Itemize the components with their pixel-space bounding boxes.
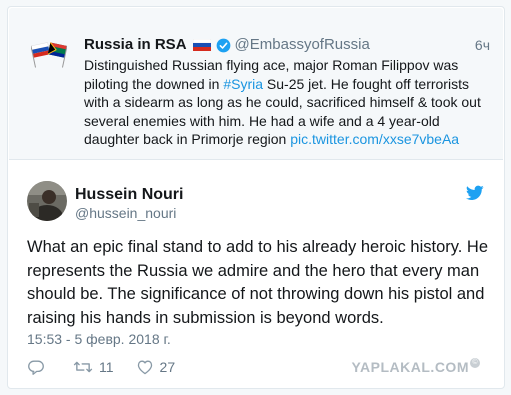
verified-badge-icon [216,38,230,52]
reply-button[interactable] [27,359,51,375]
tweet-text: What an epic final stand to add to his a… [27,238,489,327]
quoted-timestamp[interactable]: 6ч [475,35,490,55]
profile-photo-avatar [27,181,67,221]
like-count: 27 [159,359,176,375]
embedded-tweet-card: Russia in RSA @EmbassyofRussia 6ч Distin… [7,6,505,389]
russia-south-africa-flags-icon [31,42,67,68]
quoted-tweet-header: Russia in RSA @EmbassyofRussia [84,35,370,55]
watermark-text: YAPLAKAL.COM [351,359,469,375]
twitter-bird-icon[interactable] [466,185,484,201]
retweet-button[interactable]: 11 [73,359,114,375]
quoted-tweet[interactable]: Russia in RSA @EmbassyofRussia 6ч Distin… [9,8,503,160]
tweet-actions: 11 27 [27,357,197,377]
heart-icon [137,360,152,375]
pic-link[interactable]: pic.twitter.com/xxse7vbeAa [290,131,459,147]
retweet-icon [73,361,93,373]
like-button[interactable]: 27 [136,359,176,375]
author-name[interactable]: Hussein Nouri [75,185,183,205]
quoted-author-handle[interactable]: @EmbassyofRussia [235,35,370,55]
author-handle[interactable]: @hussein_nouri [75,204,176,222]
reply-icon [28,360,44,375]
quoted-tweet-text: Distinguished Russian flying ace, major … [84,56,496,149]
retweet-count: 11 [99,359,114,375]
russia-flag-icon [192,39,211,51]
quoted-author-name[interactable]: Russia in RSA [84,35,187,55]
avatar[interactable] [27,181,67,221]
hashtag-link[interactable]: #Syria [223,76,263,92]
tweet-timestamp[interactable]: 15:53 - 5 февр. 2018 г. [27,330,171,348]
watermark-icon: © [470,358,480,368]
